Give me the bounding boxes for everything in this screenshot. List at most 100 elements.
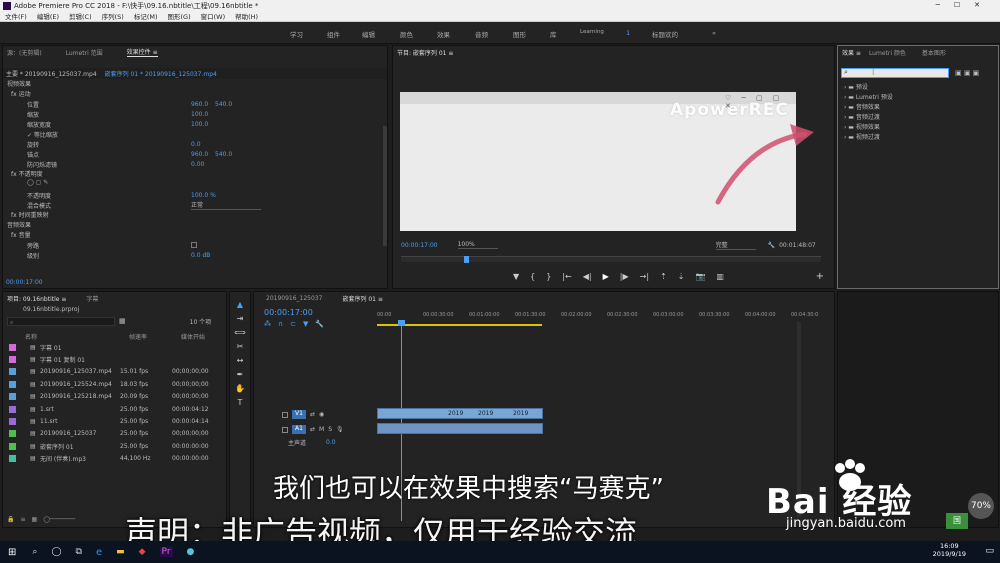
prop-value-y[interactable]: 540.0	[215, 101, 232, 108]
effects-folder[interactable]: › ▬ 音频效果	[844, 102, 998, 112]
opacity-effect[interactable]: fx 不透明度	[3, 169, 381, 179]
list-view-icon[interactable]: ≡	[20, 516, 25, 523]
project-item[interactable]: ▤ 字幕 01	[3, 341, 226, 353]
mark-out-icon[interactable]: }	[546, 272, 551, 281]
menu-help[interactable]: 帮助(H)	[235, 11, 258, 21]
col-name[interactable]: 名称	[25, 332, 129, 341]
sync-lock-icon[interactable]: ⇄	[310, 426, 315, 433]
project-item[interactable]: ▤ 20190916_125524.mp4 18.03 fps 00;00;00…	[3, 378, 226, 390]
tab-captions[interactable]: 字幕	[86, 294, 98, 303]
label-color-swatch[interactable]	[9, 393, 16, 401]
timeline-settings-icon[interactable]: 🔧	[315, 320, 324, 328]
step-forward-icon[interactable]: |▶	[620, 272, 629, 281]
project-item[interactable]: ▤ 11.srt 25.00 fps 00:00:04:14	[3, 415, 226, 427]
ripple-edit-tool-icon[interactable]: ⟺	[234, 328, 245, 337]
project-item[interactable]: ▤ 1.srt 25.00 fps 00:00:04:12	[3, 403, 226, 415]
tab-source[interactable]: 源：(无剪辑)	[7, 48, 42, 57]
nest-icon[interactable]: ⁂	[264, 320, 271, 328]
bypass-checkbox[interactable]	[191, 242, 197, 248]
time-ruler[interactable]: 00:00 00:00:30:00 00:01:00:00 00:01:30:00 00…	[377, 312, 818, 322]
maximize-button[interactable]: ☐	[954, 1, 974, 9]
app-icon[interactable]: ◆	[139, 547, 146, 557]
opacity-value[interactable]: 100.0 %	[191, 192, 216, 199]
play-button[interactable]: ▶	[603, 272, 609, 281]
prop-value-x[interactable]: 960.0	[191, 151, 215, 158]
ws-custom[interactable]: 标题欢的	[652, 29, 678, 39]
edge-icon[interactable]: e	[96, 547, 102, 558]
tab-effects[interactable]: 效果 ≡	[842, 48, 861, 57]
eye-icon[interactable]: ◉	[319, 411, 324, 418]
project-item[interactable]: ▤ 20190916_125218.mp4 20.09 fps 00;00;00…	[3, 391, 226, 403]
label-color-swatch[interactable]	[9, 380, 16, 388]
task-view-icon[interactable]: ⧉	[76, 547, 82, 557]
effects-folder[interactable]: › ▬ 视频过渡	[844, 132, 998, 142]
tab-lumetri-scopes[interactable]: Lumetri 范围	[66, 48, 103, 57]
tab-lumetri-color[interactable]: Lumetri 颜色	[869, 48, 906, 57]
ime-badge[interactable]: 国	[946, 513, 968, 529]
mic-icon[interactable]: 🎙	[336, 426, 344, 433]
col-media-start[interactable]: 媒体开始	[181, 332, 205, 341]
accelerated-filter-icon[interactable]: ▣ ▣ ▣	[955, 69, 979, 77]
hand-tool-icon[interactable]: ✋	[235, 384, 245, 393]
ws-assembly[interactable]: 组件	[327, 29, 340, 39]
lock-icon[interactable]: 🔒	[7, 516, 14, 523]
mask-tools[interactable]: ◯ ▢ ✎	[3, 179, 381, 190]
prop-value-y[interactable]: 540.0	[215, 151, 232, 158]
tab-essential-graphics[interactable]: 基本图形	[922, 48, 946, 57]
video-clip[interactable]: 2019 2019 2019	[377, 408, 543, 419]
ws-more-chevron[interactable]: »	[712, 29, 716, 37]
pen-tool-icon[interactable]: ✒	[237, 370, 244, 379]
linked-selection-icon[interactable]: ⊂	[290, 320, 296, 328]
timeline-timecode[interactable]: 00:00:17:00	[264, 308, 313, 317]
menu-edit[interactable]: 编辑(E)	[37, 11, 59, 21]
tab-project[interactable]: 项目: 09.16nbtitle ≡	[7, 294, 66, 303]
export-frame-icon[interactable]: 📷	[695, 272, 705, 281]
playhead-handle[interactable]	[398, 320, 405, 326]
search-icon[interactable]: ⌕	[32, 547, 37, 557]
label-color-swatch[interactable]	[9, 430, 16, 438]
project-item[interactable]: ▤ 无间 (伴奏).mp3 44,100 Hz 00:00:00:00	[3, 453, 226, 465]
solo-button[interactable]: S	[328, 426, 332, 433]
track-a1-label[interactable]: A1	[292, 425, 306, 434]
menu-sequence[interactable]: 序列(S)	[102, 11, 124, 21]
effect-controls-scrollbar[interactable]	[383, 126, 387, 246]
project-item[interactable]: ▤ 20190916_125037.mp4 15.01 fps 00;00;00…	[3, 366, 226, 378]
track-v1-label[interactable]: V1	[292, 410, 306, 419]
prop-value-x[interactable]: 0.00	[191, 161, 215, 168]
icon-view-icon[interactable]: ▦	[32, 516, 38, 523]
menu-file[interactable]: 文件(F)	[5, 11, 27, 21]
level-value[interactable]: 0.0 dB	[191, 252, 210, 259]
wrench-icon[interactable]: 🔧	[768, 242, 775, 249]
go-to-in-icon[interactable]: |←	[562, 272, 571, 281]
project-item[interactable]: ▤ 20190916_125037 25.00 fps 00;00;00;00	[3, 428, 226, 440]
type-tool-icon[interactable]: T	[238, 398, 243, 407]
file-explorer-icon[interactable]: ▬	[116, 547, 125, 557]
zoom-dropdown[interactable]: 100%	[457, 241, 498, 249]
ws-learn[interactable]: 学习	[290, 29, 303, 39]
mark-in-icon[interactable]: {	[530, 272, 535, 281]
sync-lock-icon[interactable]: ⇄	[310, 411, 315, 418]
track-select-tool-icon[interactable]: ⇥	[237, 314, 244, 323]
slip-tool-icon[interactable]: ↔	[237, 356, 244, 365]
cortana-icon[interactable]: ◯	[51, 547, 61, 557]
selection-tool-icon[interactable]: ▲	[237, 300, 243, 309]
effects-folder[interactable]: › ▬ 音频过渡	[844, 112, 998, 122]
project-item[interactable]: ▤ 字幕 01 复制 01	[3, 353, 226, 365]
ws-learning[interactable]: Learning	[580, 29, 604, 35]
step-back-icon[interactable]: ◀|	[583, 272, 592, 281]
ws-audio[interactable]: 音频	[475, 29, 488, 39]
sequence-clip-label[interactable]: 嵌套序列 01 * 20190916_125037.mp4	[105, 69, 217, 78]
label-color-swatch[interactable]	[9, 405, 16, 413]
lift-icon[interactable]: ⇡	[660, 272, 667, 281]
ws-editing[interactable]: 编辑	[362, 29, 375, 39]
tab-program[interactable]: 节目: 嵌套序列 01 ≡	[397, 48, 453, 57]
marker-icon[interactable]: ▼	[513, 272, 519, 281]
effects-search-input[interactable]: ⌕ I	[841, 68, 949, 78]
ws-libraries[interactable]: 库	[550, 29, 557, 39]
ws-effects[interactable]: 效果	[437, 29, 450, 39]
time-remap-effect[interactable]: fx 时间重映射	[3, 210, 381, 220]
ws-color[interactable]: 颜色	[400, 29, 413, 39]
label-color-swatch[interactable]	[9, 455, 16, 463]
prop-value-x[interactable]: 100.0	[191, 111, 215, 118]
razor-tool-icon[interactable]: ✂	[237, 342, 244, 351]
